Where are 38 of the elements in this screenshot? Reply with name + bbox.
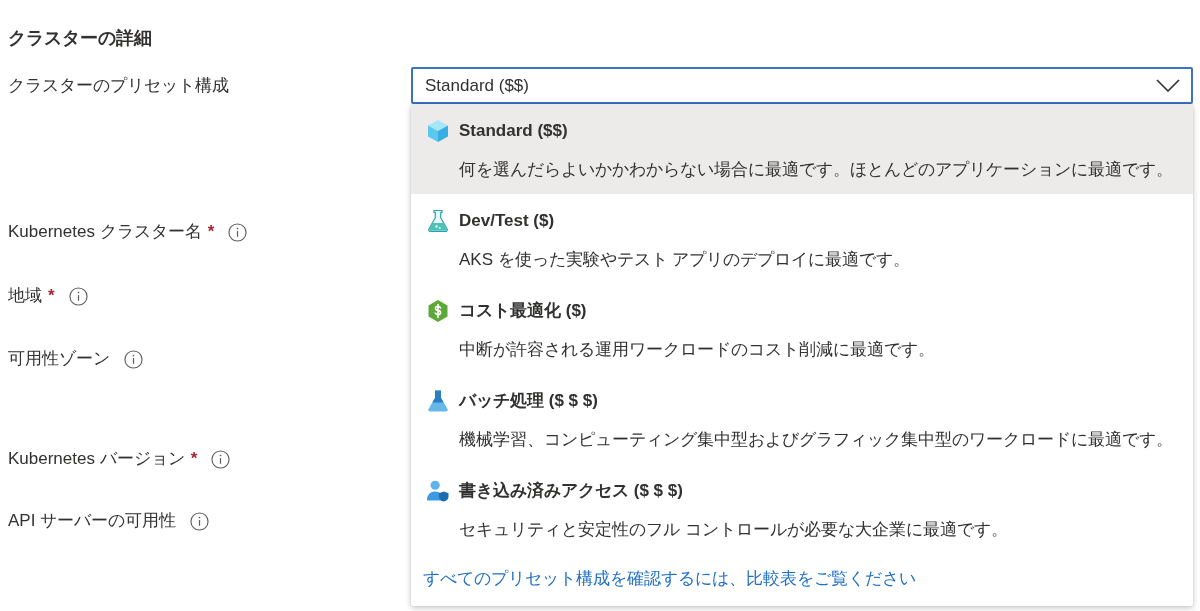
info-icon[interactable] [228, 222, 248, 242]
option-description: 機械学習、コンピューティング集中型およびグラフィック集中型のワークロードに最適です。 [459, 429, 1173, 451]
field-label: 可用性ゾーン [8, 348, 110, 370]
required-mark: * [190, 448, 198, 470]
flask-icon [427, 210, 449, 232]
info-icon[interactable] [211, 449, 231, 469]
dropdown-option[interactable]: Standard ($$) 何を選んだらよいかかわからない場合に最適です。ほとんどのアプリケーションに最適です。 [411, 104, 1193, 194]
dollar-hexagon-icon [427, 300, 449, 322]
field-label: 地域 [8, 285, 42, 307]
option-description: AKS を使った実験やテスト アプリのデプロイに最適です。 [459, 249, 911, 271]
field-label: Kubernetes クラスター名 [8, 221, 202, 243]
option-description: 何を選んだらよいかかわからない場合に最適です。ほとんどのアプリケーションに最適です。 [459, 159, 1173, 181]
beaker-icon [427, 390, 449, 412]
info-icon[interactable] [124, 349, 143, 369]
user-shield-icon [427, 480, 449, 502]
dropdown-option[interactable]: 書き込み済みアクセス ($ $ $) セキュリティと安定性のフル コントロールが必要な大企業に最適です。 [411, 464, 1193, 554]
dropdown-option[interactable]: コスト最適化 ($) 中断が許容される運用ワークロードのコスト削減に最適です。 [411, 284, 1193, 374]
field-label: クラスターのプリセット構成 [8, 74, 229, 97]
dropdown-option[interactable]: Dev/Test ($) AKS を使った実験やテスト アプリのデプロイに最適です。 [411, 194, 1193, 284]
option-title: Standard ($$) [459, 120, 568, 142]
chevron-down-icon [1156, 79, 1180, 92]
required-mark: * [207, 221, 215, 243]
option-title: コスト最適化 ($) [459, 300, 587, 322]
compare-link[interactable]: すべてのプリセット構成を確認するには、比較表をご覧ください [423, 569, 916, 588]
cube-icon [427, 120, 449, 142]
required-mark: * [48, 285, 55, 307]
option-title: 書き込み済みアクセス ($ $ $) [459, 480, 683, 502]
info-icon[interactable] [68, 286, 88, 306]
option-description: セキュリティと安定性のフル コントロールが必要な大企業に最適です。 [459, 519, 1008, 541]
option-title: バッチ処理 ($ $ $) [459, 390, 598, 412]
section-title: クラスターの詳細 [8, 27, 152, 50]
option-title: Dev/Test ($) [459, 210, 555, 232]
info-icon[interactable] [190, 511, 210, 531]
field-label: API サーバーの可用性 [8, 510, 177, 532]
option-description: 中断が許容される運用ワークロードのコスト削減に最適です。 [459, 339, 935, 361]
dropdown-option[interactable]: バッチ処理 ($ $ $) 機械学習、コンピューティング集中型およびグラフィック集中型のワークロードに最適です。 [411, 374, 1193, 464]
preset-select[interactable]: Standard ($$) [411, 67, 1193, 104]
field-label: Kubernetes バージョン [8, 448, 185, 470]
